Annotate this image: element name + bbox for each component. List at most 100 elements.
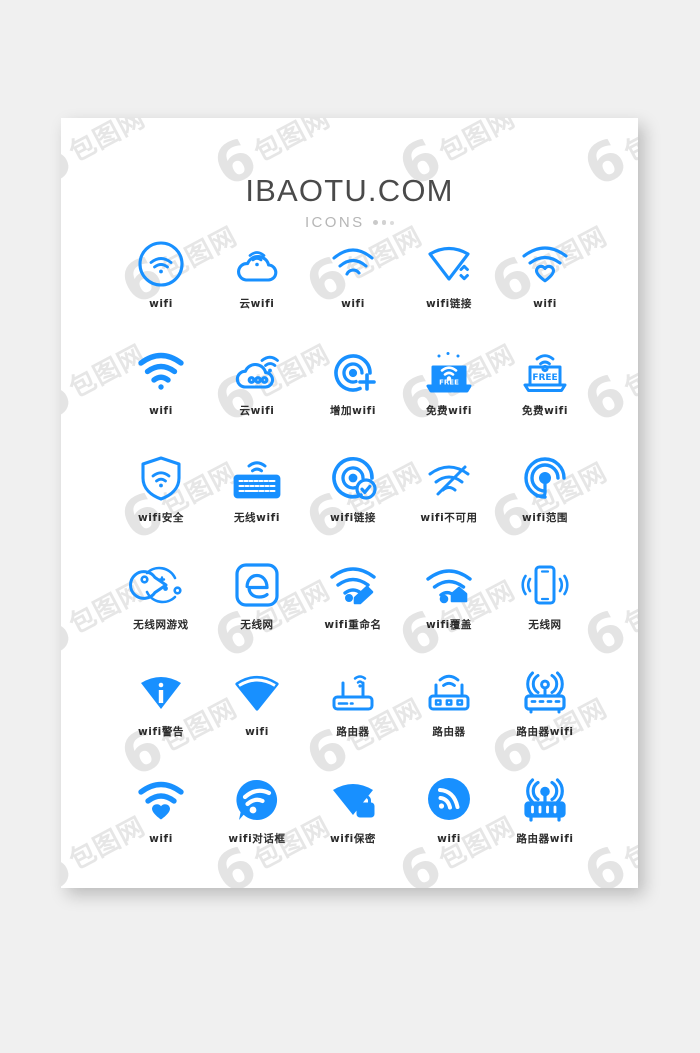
wifi-unavailable-slash-icon[interactable]	[421, 450, 477, 506]
screenshot-stage: 6 包图网 6 包图网 6 包图网 6 包图网 6 包图网 6 包图网 6 包图网 6 包图网 6 包图网 6 包图网…	[0, 0, 700, 1053]
wifi-chat-bubble-icon[interactable]	[229, 771, 285, 827]
icon-cell[interactable]: wifi	[113, 236, 209, 343]
icon-label: wifi	[245, 726, 269, 738]
wifi-heart-solid-icon[interactable]	[133, 771, 189, 827]
icon-cell[interactable]: 路由器	[305, 664, 401, 771]
icon-label: wifi	[149, 298, 173, 310]
icon-label: wifi对话框	[228, 833, 286, 845]
icon-cell[interactable]: 路由器wifi	[497, 664, 593, 771]
icon-cell[interactable]: 无线网	[497, 557, 593, 664]
icon-label: wifi链接	[329, 512, 377, 524]
icon-cell[interactable]: 无线wifi	[209, 450, 305, 557]
icon-label: 路由器wifi	[516, 726, 574, 738]
icon-label: 路由器	[336, 726, 370, 738]
icon-cell[interactable]: wifi	[497, 236, 593, 343]
wifi-cone-connect-icon[interactable]	[421, 236, 477, 292]
icon-cell[interactable]: wifi覆盖	[401, 557, 497, 664]
icon-cell[interactable]: wifi	[113, 771, 209, 878]
icon-label: wifi保密	[329, 833, 377, 845]
wifi-heart-outline-icon[interactable]	[517, 236, 573, 292]
watermark-mark: 6包图网	[61, 444, 62, 549]
wireless-keyboard-wifi-icon[interactable]	[229, 450, 285, 506]
wifi-cone-solid-icon[interactable]	[229, 664, 285, 720]
icon-cell[interactable]: 路由器wifi	[497, 771, 593, 878]
page-subtitle: ICONS	[304, 214, 365, 231]
icon-label: 无线wifi	[233, 512, 281, 524]
icon-label: 增加wifi	[329, 405, 377, 417]
icon-label: 云wifi	[239, 405, 275, 417]
icon-cell[interactable]: FREE 免费wifi	[497, 343, 593, 450]
svg-text:FREE: FREE	[439, 378, 459, 386]
wifi-solid-bars-icon[interactable]	[133, 343, 189, 399]
edge-browser-e-icon[interactable]	[229, 557, 285, 613]
page-title: IBAOTU.COM	[245, 173, 454, 208]
icon-cell[interactable]: FREE 免费wifi	[401, 343, 497, 450]
router-wifi-solid-icon[interactable]	[517, 771, 573, 827]
icon-cell[interactable]: 无线网	[209, 557, 305, 664]
icon-label: wifi	[149, 833, 173, 845]
icon-label: 无线网游戏	[133, 619, 189, 631]
wifi-add-plus-icon[interactable]	[325, 343, 381, 399]
icon-cell[interactable]: wifi	[209, 664, 305, 771]
wifi-home-coverage-icon[interactable]	[421, 557, 477, 613]
icon-cell[interactable]: 云wifi	[209, 236, 305, 343]
wifi-lock-secure-icon[interactable]	[325, 771, 381, 827]
cloud-dots-wifi-icon[interactable]	[229, 343, 285, 399]
icon-cell[interactable]: 增加wifi	[305, 343, 401, 450]
icon-cell[interactable]: wifi对话框	[209, 771, 305, 878]
wifi-shield-security-icon[interactable]	[133, 450, 189, 506]
icon-cell[interactable]: wifi警告	[113, 664, 209, 771]
watermark-mark: 6包图网	[61, 680, 62, 785]
icon-label: 免费wifi	[425, 405, 473, 417]
icon-label: 无线网	[240, 619, 274, 631]
wifi-in-circle-icon[interactable]	[133, 236, 189, 292]
icon-cell[interactable]: 云wifi	[209, 343, 305, 450]
icon-label: wifi	[341, 298, 365, 310]
wifi-info-warning-icon[interactable]	[133, 664, 189, 720]
icon-cell[interactable]: wifi	[113, 343, 209, 450]
icon-cell[interactable]: 无线网游戏	[113, 557, 209, 664]
router-two-antenna-icon[interactable]	[325, 664, 381, 720]
wifi-circle-solid-icon[interactable]	[421, 771, 477, 827]
wifi-rename-pencil-icon[interactable]	[325, 557, 381, 613]
icon-label: wifi	[533, 298, 557, 310]
icon-cell[interactable]: wifi范围	[497, 450, 593, 557]
icon-label: wifi重命名	[324, 619, 382, 631]
cloud-wifi-outline-icon[interactable]	[229, 236, 285, 292]
icon-label: wifi范围	[521, 512, 569, 524]
icon-cell[interactable]: wifi保密	[305, 771, 401, 878]
artboard-header: IBAOTU.COM ICONS	[61, 175, 638, 230]
icon-label: wifi链接	[425, 298, 473, 310]
router-wifi-outline-icon[interactable]	[517, 664, 573, 720]
icon-grid: wifi 云wifi wifi wifi链接 wifi wifi 云wifi 增加wifi FR…	[113, 236, 593, 878]
laptop-free-wifi-outline-icon[interactable]: FREE	[517, 343, 573, 399]
icon-label: wifi	[437, 833, 461, 845]
icon-cell[interactable]: wifi	[305, 236, 401, 343]
decorative-dots-icon	[372, 220, 394, 225]
icon-cell[interactable]: wifi链接	[305, 450, 401, 557]
wifi-range-antenna-icon[interactable]	[517, 450, 573, 506]
icon-label: wifi	[149, 405, 173, 417]
icon-label: 云wifi	[239, 298, 275, 310]
svg-text:FREE: FREE	[532, 373, 557, 383]
smartphone-wireless-icon[interactable]	[517, 557, 573, 613]
wifi-signal-arc-icon[interactable]	[325, 236, 381, 292]
icon-cell[interactable]: wifi不可用	[401, 450, 497, 557]
icon-label: 路由器	[432, 726, 466, 738]
icon-cell[interactable]: wifi	[401, 771, 497, 878]
router-waves-icon[interactable]	[421, 664, 477, 720]
laptop-free-wifi-solid-icon[interactable]: FREE	[421, 343, 477, 399]
icon-artboard-card: 6 包图网 6 包图网 6 包图网 6 包图网 6 包图网 6 包图网 6 包图网 6 包图网 6 包图网 6 包图网…	[61, 118, 638, 888]
icon-cell[interactable]: wifi重命名	[305, 557, 401, 664]
icon-label: wifi警告	[137, 726, 185, 738]
wifi-pin-check-icon[interactable]	[325, 450, 381, 506]
icon-label: wifi覆盖	[425, 619, 473, 631]
icon-label: 路由器wifi	[516, 833, 574, 845]
icon-cell[interactable]: wifi安全	[113, 450, 209, 557]
icon-cell[interactable]: 路由器	[401, 664, 497, 771]
wireless-game-pacman-icon[interactable]	[129, 557, 189, 613]
icon-label: wifi不可用	[420, 512, 478, 524]
icon-cell[interactable]: wifi链接	[401, 236, 497, 343]
icon-label: 免费wifi	[521, 405, 569, 417]
icon-label: 无线网	[528, 619, 562, 631]
